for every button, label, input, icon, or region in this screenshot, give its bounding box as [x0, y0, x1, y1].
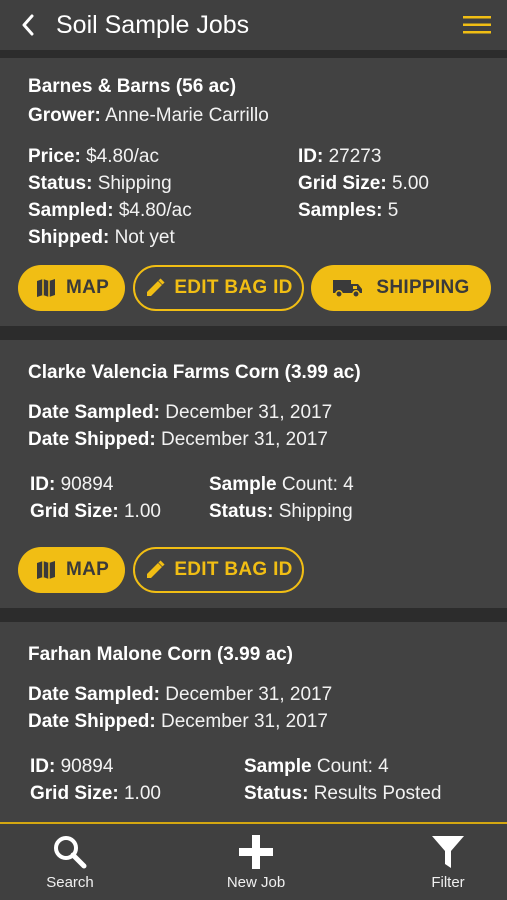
id-line: ID: 90894 [30, 756, 114, 777]
map-icon [36, 561, 55, 579]
grid-size-line: Grid Size: 1.00 [30, 501, 161, 522]
bottom-nav: Search New Job Filter [0, 822, 507, 900]
job-title: Farhan Malone Corn (3.99 ac) [28, 644, 294, 665]
map-icon [36, 279, 55, 297]
search-icon [54, 835, 87, 868]
app-header: Soil Sample Jobs [0, 0, 507, 50]
edit-bag-id-button[interactable]: EDIT BAG ID [133, 547, 304, 593]
id-line: ID: 27273 [298, 146, 382, 167]
date-sampled-line: Date Sampled: December 31, 2017 [28, 684, 333, 705]
new-job-label: New Job [226, 873, 286, 891]
search-nav-button[interactable]: Search [20, 824, 120, 900]
page-title: Soil Sample Jobs [56, 10, 250, 39]
status-line: Status: Results Posted [244, 783, 442, 804]
sample-count-line: Sample Count: 4 [209, 474, 354, 495]
job-title: Barnes & Barns (56 ac) [28, 76, 237, 97]
grower-line: Grower: Anne-Marie Carrillo [28, 105, 269, 126]
plus-icon [239, 834, 273, 869]
search-label: Search [46, 873, 94, 891]
job-title: Clarke Valencia Farms Corn (3.99 ac) [28, 362, 361, 383]
pencil-icon [147, 278, 165, 296]
price-line: Price: $4.80/ac [28, 146, 159, 167]
grid-size-line: Grid Size: 1.00 [30, 783, 161, 804]
id-line: ID: 90894 [30, 474, 114, 495]
shipped-line: Shipped: Not yet [28, 227, 175, 248]
truck-icon [333, 280, 363, 298]
date-sampled-line: Date Sampled: December 31, 2017 [28, 402, 333, 423]
date-shipped-line: Date Shipped: December 31, 2017 [28, 711, 328, 732]
shipping-button[interactable]: SHIPPING [311, 265, 491, 311]
samples-line: Samples: 5 [298, 200, 399, 221]
sampled-line: Sampled: $4.80/ac [28, 200, 192, 221]
filter-icon [432, 835, 464, 868]
job-card[interactable]: Clarke Valencia Farms Corn (3.99 ac) Dat… [0, 340, 507, 608]
filter-nav-button[interactable]: Filter [398, 824, 498, 900]
job-card[interactable]: Farhan Malone Corn (3.99 ac) Date Sample… [0, 622, 507, 822]
job-list[interactable]: Barnes & Barns (56 ac) Grower: Anne-Mari… [0, 58, 507, 822]
pencil-icon [147, 560, 165, 578]
status-line: Status: Shipping [28, 173, 172, 194]
filter-label: Filter [431, 873, 465, 891]
map-button[interactable]: MAP [18, 265, 125, 311]
map-button[interactable]: MAP [18, 547, 125, 593]
header-divider [0, 50, 507, 58]
sample-count-line: Sample Count: 4 [244, 756, 389, 777]
job-card[interactable]: Barnes & Barns (56 ac) Grower: Anne-Mari… [0, 58, 507, 326]
date-shipped-line: Date Shipped: December 31, 2017 [28, 429, 328, 450]
edit-bag-id-button[interactable]: EDIT BAG ID [133, 265, 304, 311]
chevron-left-icon[interactable] [0, 0, 56, 50]
status-line: Status: Shipping [209, 501, 353, 522]
new-job-nav-button[interactable]: New Job [206, 824, 306, 900]
hamburger-menu-icon[interactable] [447, 0, 507, 50]
grid-size-line: Grid Size: 5.00 [298, 173, 429, 194]
